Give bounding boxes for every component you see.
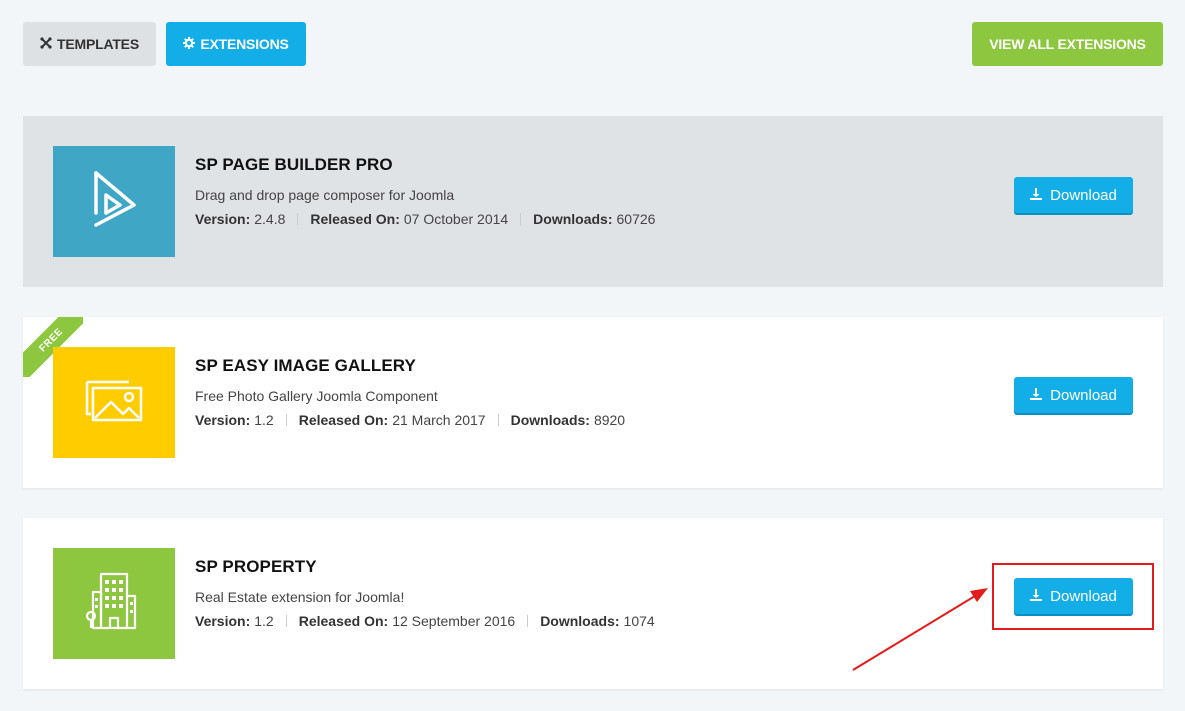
downloads-value: 1074 — [623, 613, 655, 629]
released-value: 12 September 2016 — [392, 613, 516, 629]
downloads-value: 8920 — [593, 412, 626, 428]
joomla-icon — [40, 36, 52, 52]
extension-title[interactable]: SP EASY IMAGE GALLERY — [195, 356, 416, 376]
gallery-icon — [83, 376, 145, 429]
annotation-highlight-box — [992, 563, 1154, 630]
download-label: Download — [1050, 186, 1117, 204]
divider — [520, 213, 522, 225]
extensions-label: EXTENSIONS — [200, 36, 289, 52]
extension-meta: Version: 2.4.8 Released On: 07 October 2… — [195, 211, 655, 227]
released-label: Released On: — [298, 412, 389, 428]
extension-title[interactable]: SP PAGE BUILDER PRO — [195, 155, 393, 175]
version-label: Version: — [195, 211, 251, 227]
download-button[interactable]: Download — [1014, 377, 1133, 413]
extension-description: Free Photo Gallery Joomla Component — [195, 388, 438, 404]
version-value: 1.2 — [254, 613, 274, 629]
extension-title[interactable]: SP PROPERTY — [195, 557, 317, 577]
building-icon — [83, 570, 145, 637]
extension-meta: Version: 1.2 Released On: 21 March 2017 … — [195, 412, 625, 428]
divider — [497, 414, 499, 426]
extension-thumbnail[interactable] — [53, 347, 175, 458]
view-all-extensions-button[interactable]: VIEW ALL EXTENSIONS — [972, 22, 1163, 66]
extension-card: FREE SP EASY IMAGE GALLERY Free Photo Ga… — [23, 317, 1163, 488]
extension-thumbnail[interactable] — [53, 548, 175, 659]
released-value: 21 March 2017 — [392, 412, 486, 428]
extension-card: SP PAGE BUILDER PRO Drag and drop page c… — [23, 116, 1163, 287]
extension-meta: Version: 1.2 Released On: 12 September 2… — [195, 613, 655, 629]
version-label: Version: — [195, 613, 251, 629]
extension-thumbnail[interactable] — [53, 146, 175, 257]
download-icon — [1030, 387, 1043, 404]
gear-icon — [183, 36, 196, 52]
released-value: 07 October 2014 — [403, 211, 509, 227]
extension-description: Drag and drop page composer for Joomla — [195, 187, 455, 203]
released-label: Released On: — [310, 211, 400, 227]
version-value: 1.2 — [254, 412, 274, 428]
downloads-label: Downloads: — [540, 613, 620, 629]
view-all-label: VIEW ALL EXTENSIONS — [989, 36, 1146, 52]
divider — [527, 615, 529, 627]
download-icon — [1030, 187, 1043, 204]
templates-label: TEMPLATES — [57, 36, 139, 52]
extensions-button[interactable]: EXTENSIONS — [166, 22, 306, 66]
divider — [285, 414, 287, 426]
download-label: Download — [1050, 386, 1117, 404]
downloads-value: 60726 — [616, 211, 656, 227]
extension-description: Real Estate extension for Joomla! — [195, 589, 405, 605]
downloads-label: Downloads: — [533, 211, 613, 227]
divider — [297, 213, 299, 225]
downloads-label: Downloads: — [510, 412, 590, 428]
templates-button[interactable]: TEMPLATES — [23, 22, 156, 66]
version-value: 2.4.8 — [254, 211, 286, 227]
released-label: Released On: — [298, 613, 389, 629]
download-button[interactable]: Download — [1014, 177, 1133, 213]
play-icon — [90, 169, 138, 234]
version-label: Version: — [195, 412, 251, 428]
divider — [285, 615, 287, 627]
